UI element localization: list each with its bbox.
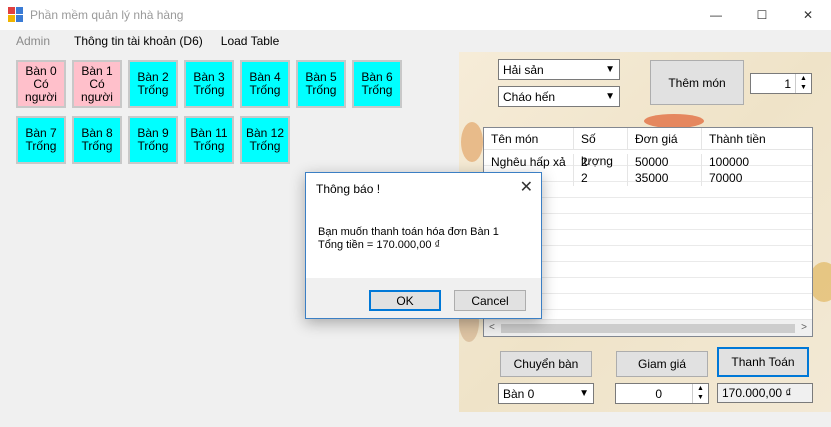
ok-button[interactable]: OK [369,290,441,311]
add-food-button[interactable]: Thêm món [650,60,744,105]
table-row[interactable]: Nghêu hấp xả 2 50000 100000 [484,154,812,170]
cell: 35000 [628,170,702,186]
decrement-icon[interactable]: ▼ [796,83,811,92]
table-button[interactable]: Bàn 9 Trống [128,116,178,164]
table-button[interactable]: Bàn 1 Có người [72,60,122,108]
table-button[interactable]: Bàn 2 Trống [128,60,178,108]
quantity-value: 1 [784,77,791,91]
switch-target-select[interactable]: Bàn 0 ▼ [498,383,594,404]
col-header[interactable]: Tên món [484,128,574,149]
quantity-stepper[interactable]: 1 ▲ ▼ [750,73,812,94]
dialog-message-line: Bạn muốn thanh toán hóa đơn Bàn 1 [318,226,499,238]
menu-admin[interactable]: Admin [8,34,58,48]
table-button[interactable]: Bàn 0 Có người [16,60,66,108]
table-button[interactable]: Bàn 8 Trống [72,116,122,164]
close-icon[interactable]: ✕ [520,177,533,197]
table-button[interactable]: Bàn 11 Trống [184,116,234,164]
cell: 2 [574,154,628,170]
dialog-footer: OK Cancel [306,278,541,318]
chevron-down-icon: ▼ [579,388,589,399]
discount-stepper[interactable]: 0 ▲ ▼ [615,383,709,404]
dialog-title: Thông báo ! [316,182,381,196]
dialog-message: Bạn muốn thanh toán hóa đơn Bàn 1 Tổng t… [318,226,499,252]
window-title: Phần mềm quản lý nhà hàng [30,8,184,22]
menu-load-table[interactable]: Load Table [213,34,288,48]
chevron-down-icon: ▼ [605,91,615,102]
app-icon [8,7,24,23]
food-value: Cháo hến [503,89,556,104]
food-select[interactable]: Cháo hến ▼ [498,86,620,107]
category-select[interactable]: Hải sản ▼ [498,59,620,80]
cell: 100000 [709,155,750,169]
discount-button[interactable]: Giam giá [616,351,708,377]
cell: 2 [574,170,628,186]
cancel-button[interactable]: Cancel [454,290,526,311]
cell: 50000 [628,154,702,170]
discount-value: 0 [655,387,662,401]
maximize-button[interactable]: ☐ [739,0,785,30]
table-button[interactable]: Bàn 5 Trống [296,60,346,108]
switch-target-value: Bàn 0 [503,386,535,401]
table-button[interactable]: Bàn 12 Trống [240,116,290,164]
bill-header: Tên món Số lượng Đơn giá Thành tiền [484,128,812,168]
table-button[interactable]: Bàn 6 Trống [352,60,402,108]
horizontal-scrollbar[interactable]: < > [484,319,812,336]
col-header[interactable]: Đơn giá [628,128,702,149]
col-header[interactable]: Số lượng [574,128,628,168]
increment-icon[interactable]: ▲ [693,384,708,393]
cell: Nghêu hấp xả [484,154,574,170]
checkout-button[interactable]: Thanh Toán [717,347,809,377]
menu-bar: Admin Thông tin tài khoản (D6) Load Tabl… [0,30,831,52]
close-button[interactable]: ✕ [785,0,831,30]
menu-account[interactable]: Thông tin tài khoản (D6) [66,34,211,48]
table-button[interactable]: Bàn 7 Trống [16,116,66,164]
col-header[interactable]: Thành tiền [702,128,810,149]
total-price: 170.000,00 ₫ [717,383,813,403]
dialog-message-line: Tổng tiền = 170.000,00 ₫ [318,239,441,251]
chevron-right-icon[interactable]: > [801,322,807,333]
chevron-left-icon[interactable]: < [489,322,495,333]
increment-icon[interactable]: ▲ [796,74,811,83]
switch-table-button[interactable]: Chuyển bàn [500,351,592,377]
chevron-down-icon: ▼ [605,64,615,75]
title-bar: Phần mềm quản lý nhà hàng — ☐ ✕ [0,0,831,30]
category-value: Hải sản [503,62,544,77]
table-button[interactable]: Bàn 3 Trống [184,60,234,108]
minimize-button[interactable]: — [693,0,739,30]
cell: 70000 [709,171,743,185]
table-button[interactable]: Bàn 4 Trống [240,60,290,108]
scrollbar-thumb[interactable] [501,324,795,333]
confirm-dialog: Thông báo ! ✕ Bạn muốn thanh toán hóa đơ… [305,172,542,319]
decrement-icon[interactable]: ▼ [693,393,708,402]
